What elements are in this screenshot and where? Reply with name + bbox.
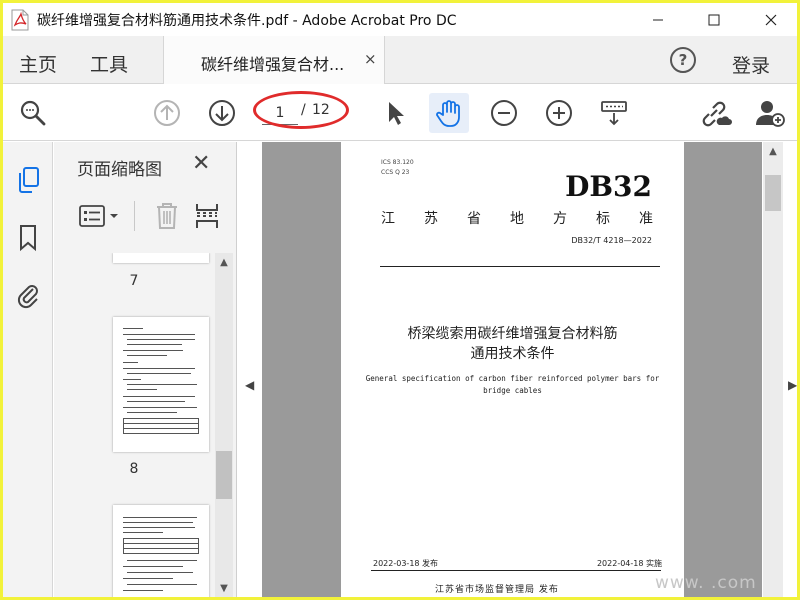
insert-page-button[interactable] (192, 201, 222, 231)
document-area: ◀ ICS 83.120 CCS Q 23 DB32 江苏省地方标准 DB32/… (238, 142, 797, 597)
document-tab-label: 碳纤维增强复合材... (201, 55, 345, 74)
maximize-button[interactable] (691, 3, 737, 36)
document-title-line-1: 桥梁缆索用碳纤维增强复合材料筋 (407, 326, 618, 342)
bookmarks-button[interactable] (12, 222, 44, 254)
window-title: 碳纤维增强复合材料筋通用技术条件.pdf - Adobe Acrobat Pro… (37, 13, 457, 29)
thumbnails-panel: 页面缩略图 ✕ 7 8 ▲ ▼ (54, 142, 237, 597)
expand-right-panel-icon[interactable]: ▶ (788, 378, 797, 392)
search-icon (20, 100, 46, 126)
tab-home[interactable]: 主页 (19, 50, 57, 77)
scroll-up-icon[interactable]: ▲ (764, 146, 782, 157)
toolbar: 1 / 12 (3, 85, 797, 141)
province-standard-heading: 江苏省地方标准 (381, 211, 682, 227)
acrobat-window: 碳纤维增强复合材料筋通用技术条件.pdf - Adobe Acrobat Pro… (3, 3, 797, 597)
scroll-up-icon[interactable]: ▲ (215, 257, 233, 268)
options-menu-icon (79, 205, 118, 227)
collapse-panel-strip[interactable]: ◀ (238, 142, 262, 597)
thumbnail-list: 7 8 (54, 253, 237, 597)
close-panel-icon[interactable]: ✕ (192, 151, 210, 176)
link-cloud-icon (702, 101, 732, 127)
ics-code: ICS 83.120 (381, 159, 414, 166)
keyboard-scroll-icon (601, 101, 627, 126)
implementation-date: 2022-04-18 实施 (596, 559, 662, 568)
header-rule (380, 266, 660, 267)
title-bar: 碳纤维增强复合材料筋通用技术条件.pdf - Adobe Acrobat Pro… (3, 3, 797, 36)
footer-rule (371, 570, 661, 571)
minimize-button[interactable] (635, 3, 681, 36)
minimize-icon (653, 19, 663, 20)
document-scroll-thumb[interactable] (765, 175, 781, 211)
attachments-button[interactable] (12, 278, 44, 310)
share-link-button[interactable] (700, 97, 732, 129)
page-thumbnails-button[interactable] (12, 164, 44, 196)
insert-page-icon (196, 204, 218, 228)
collapse-left-icon[interactable]: ◀ (245, 378, 254, 392)
standard-code: DB32 (565, 170, 652, 203)
panel-tool-divider (134, 201, 135, 231)
trash-icon (157, 203, 177, 229)
cursor-arrow-icon (389, 102, 404, 125)
find-button[interactable] (17, 97, 49, 129)
zoom-out-button[interactable] (488, 97, 520, 129)
thumbnail-page-8[interactable] (113, 317, 209, 452)
thumbnail-label: 7 (129, 273, 139, 289)
panel-title: 页面缩略图 (77, 160, 162, 180)
tab-tools[interactable]: 工具 (90, 50, 128, 77)
english-title-line-1: General specification of carbon fiber re… (365, 374, 660, 383)
add-user-button[interactable] (754, 97, 786, 129)
issue-date: 2022-03-18 发布 (373, 559, 439, 568)
publisher: 江苏省市场监督管理局 发布 (435, 585, 559, 595)
watermark-text: www. .com (655, 573, 757, 593)
standard-number: DB32/T 4218—2022 (571, 236, 652, 245)
zoom-in-icon (546, 100, 572, 126)
thumbnail-scrollbar[interactable]: ▲ ▼ (215, 253, 233, 597)
zoom-in-button[interactable] (543, 97, 575, 129)
english-title-line-2: bridge cables (483, 386, 542, 395)
scroll-down-icon[interactable]: ▼ (215, 583, 233, 594)
tab-document[interactable]: 碳纤维增强复合材... × (163, 36, 385, 84)
next-page-button[interactable] (206, 97, 238, 129)
thumbnail-label: 8 (129, 461, 139, 477)
thumbnail-scroll-thumb[interactable] (216, 451, 232, 499)
panel-toolbar (54, 190, 237, 240)
login-button[interactable]: 登录 (732, 51, 770, 78)
tab-bar: 主页 工具 碳纤维增强复合材... × ? 登录 (3, 36, 797, 84)
close-window-button[interactable] (748, 3, 794, 36)
close-icon (765, 14, 777, 25)
page-thumbnails-icon (19, 167, 39, 193)
navigation-rail (3, 142, 53, 597)
document-canvas[interactable]: ICS 83.120 CCS Q 23 DB32 江苏省地方标准 DB32/T … (262, 142, 762, 597)
zoom-out-icon (491, 100, 517, 126)
previous-page-button[interactable] (151, 97, 183, 129)
thumbnail-page-previous[interactable] (113, 253, 209, 263)
pdf-page: ICS 83.120 CCS Q 23 DB32 江苏省地方标准 DB32/T … (341, 142, 684, 597)
arrow-down-circle-icon (209, 100, 235, 126)
document-title-line-2: 通用技术条件 (470, 346, 555, 362)
annotation-ellipse (253, 91, 349, 129)
delete-page-button[interactable] (152, 201, 182, 231)
arrow-up-circle-icon (154, 100, 180, 126)
help-button[interactable]: ? (670, 47, 696, 73)
pdf-file-icon (11, 9, 29, 31)
ccs-code: CCS Q 23 (381, 169, 410, 176)
paperclip-icon (17, 285, 38, 309)
document-scrollbar[interactable]: ▲ (763, 142, 783, 597)
page-display-button[interactable] (598, 97, 630, 129)
maximize-icon (708, 14, 720, 25)
thumbnail-page-9[interactable] (113, 505, 209, 597)
close-tab-icon[interactable]: × (364, 50, 377, 68)
hand-tool-button[interactable] (433, 97, 465, 129)
bookmark-icon (20, 225, 36, 252)
hand-icon (436, 100, 460, 127)
thumbnail-options-button[interactable] (78, 201, 122, 231)
select-tool-button[interactable] (379, 97, 411, 129)
add-user-icon (756, 101, 785, 127)
